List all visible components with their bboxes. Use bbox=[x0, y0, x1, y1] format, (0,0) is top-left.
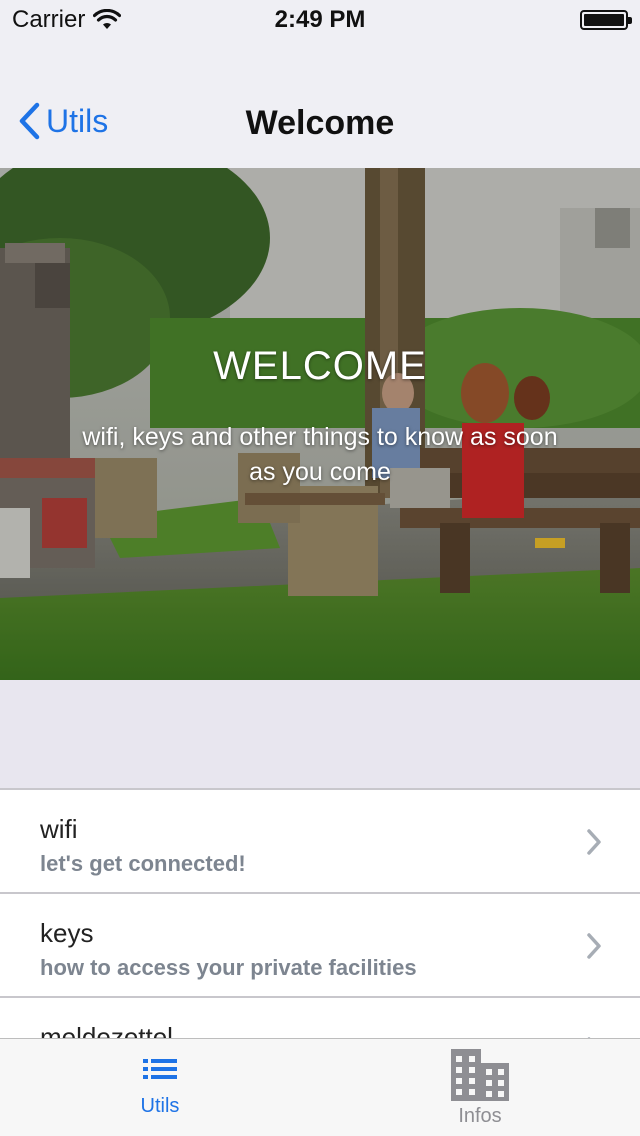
list-item-title: wifi bbox=[40, 814, 78, 844]
page-title: Welcome bbox=[245, 104, 395, 142]
carrier-label: Carrier bbox=[12, 6, 86, 33]
list-item-subtitle: how to access your private facilities bbox=[40, 955, 417, 980]
chevron-right-icon bbox=[587, 829, 601, 855]
tab-infos[interactable]: Infos bbox=[320, 1039, 640, 1136]
list-item-keys[interactable]: keys how to access your private faciliti… bbox=[0, 894, 640, 998]
tab-bar: Utils Infos bbox=[0, 1038, 640, 1136]
chevron-right-icon bbox=[587, 933, 601, 959]
wifi-signal-icon bbox=[93, 9, 122, 29]
list-icon bbox=[143, 1059, 177, 1079]
tab-utils[interactable]: Utils bbox=[0, 1039, 320, 1136]
status-left: Carrier bbox=[12, 6, 122, 34]
building-icon bbox=[451, 1049, 509, 1101]
battery-icon bbox=[580, 10, 632, 30]
tab-label: Utils bbox=[140, 1095, 180, 1117]
status-bar: Carrier 2:49 PM bbox=[0, 0, 640, 40]
list-item-title: keys bbox=[40, 918, 94, 948]
list-item-wifi[interactable]: wifi let's get connected! bbox=[0, 790, 640, 894]
list-item-subtitle: let's get connected! bbox=[40, 851, 246, 876]
hero-subtitle: wifi, keys and other things to know as s… bbox=[82, 423, 558, 486]
hero-banner: WELCOME wifi, keys and other things to k… bbox=[0, 168, 640, 680]
tab-label: Infos bbox=[458, 1105, 502, 1127]
hero-title: WELCOME bbox=[213, 344, 427, 388]
navigation-bar: Utils Welcome bbox=[0, 40, 640, 168]
